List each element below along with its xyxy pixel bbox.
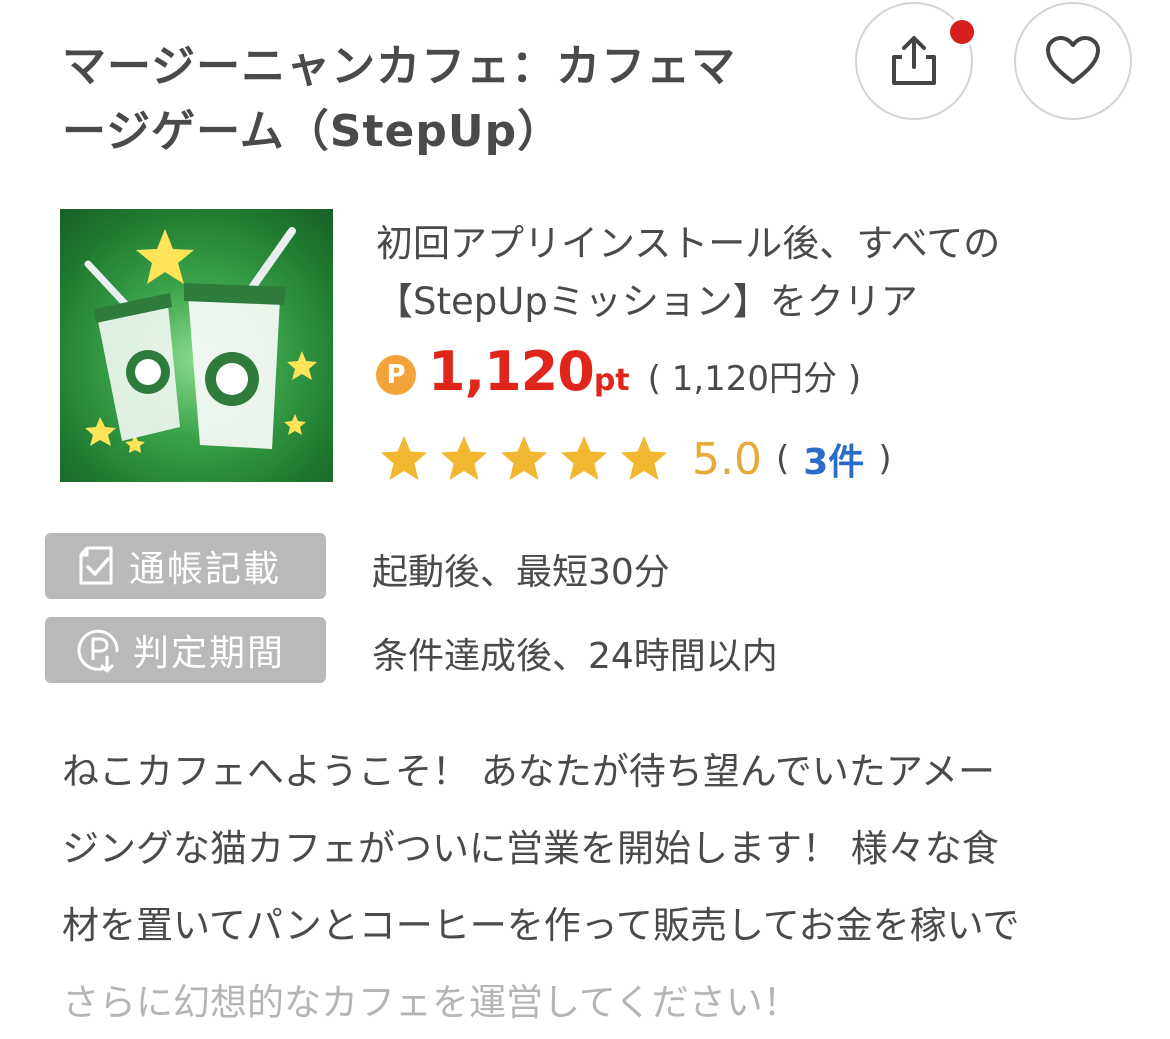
description-line3: 材を置いてパンとコーヒーを作って販売してお金を稼いで — [62, 904, 1020, 947]
star-icon — [501, 436, 547, 480]
points-unit: pt — [593, 363, 630, 398]
rating-value: 5.0 — [692, 433, 762, 485]
checkbook-icon — [79, 546, 113, 585]
reward-condition-line2: 【StepUpミッション】をクリア — [376, 280, 918, 323]
rating-stars — [378, 433, 678, 485]
favorite-button[interactable] — [1014, 2, 1132, 120]
rating-paren-close: ) — [878, 439, 892, 479]
points-value: 1,120 — [428, 340, 595, 403]
description-line1: ねこカフェへようこそ！ あなたが待ち望んでいたアメー — [62, 750, 996, 793]
star-icon — [381, 436, 427, 480]
star-icon — [441, 436, 487, 480]
points-timer-icon — [77, 629, 119, 673]
notification-dot — [947, 17, 977, 47]
rating-row: 5.0 ( 3件 ) — [378, 428, 892, 490]
share-icon — [892, 36, 936, 85]
points-row: P 1,120 pt ( 1,120円分 ) — [376, 340, 861, 410]
app-title-line2: ージゲーム（StepUp） — [62, 106, 563, 157]
review-count-link[interactable]: 3件 — [803, 433, 864, 485]
judge-period-tag: 判定期間 — [45, 617, 326, 683]
app-icon-artwork — [84, 227, 317, 453]
judge-period-value: 条件達成後、24時間以内 — [372, 636, 778, 677]
bank-record-value: 起動後、最短30分 — [372, 552, 670, 593]
rating-paren-open: ( — [775, 439, 790, 479]
heart-icon — [1046, 36, 1100, 84]
yen-equivalent: ( 1,120円分 ) — [647, 359, 862, 399]
star-icon — [561, 436, 607, 480]
points-badge-icon: P — [376, 355, 416, 395]
description-line2: ジングな猫カフェがついに営業を開始します！ 様々な食 — [62, 827, 999, 870]
app-icon — [60, 209, 333, 482]
description-line4: さらに幻想的なカフェを運営してください！ — [62, 981, 800, 1024]
reward-condition: 初回アプリインストール後、すべての 【StepUpミッション】をクリア — [376, 215, 1136, 331]
app-description: ねこカフェへようこそ！ あなたが待ち望んでいたアメー ジングな猫カフェがついに営… — [62, 733, 1112, 1039]
bank-record-tag: 通帳記載 — [45, 533, 326, 599]
bank-record-tag-label: 通帳記載 — [129, 549, 282, 590]
reward-condition-line1: 初回アプリインストール後、すべての — [376, 222, 1001, 265]
app-title-line1: マージーニャンカフェ：カフェマ — [62, 41, 737, 92]
app-title: マージーニャンカフェ：カフェマ ージゲーム（StepUp） — [62, 34, 802, 164]
star-icon — [621, 436, 667, 480]
judge-period-tag-label: 判定期間 — [133, 633, 286, 674]
